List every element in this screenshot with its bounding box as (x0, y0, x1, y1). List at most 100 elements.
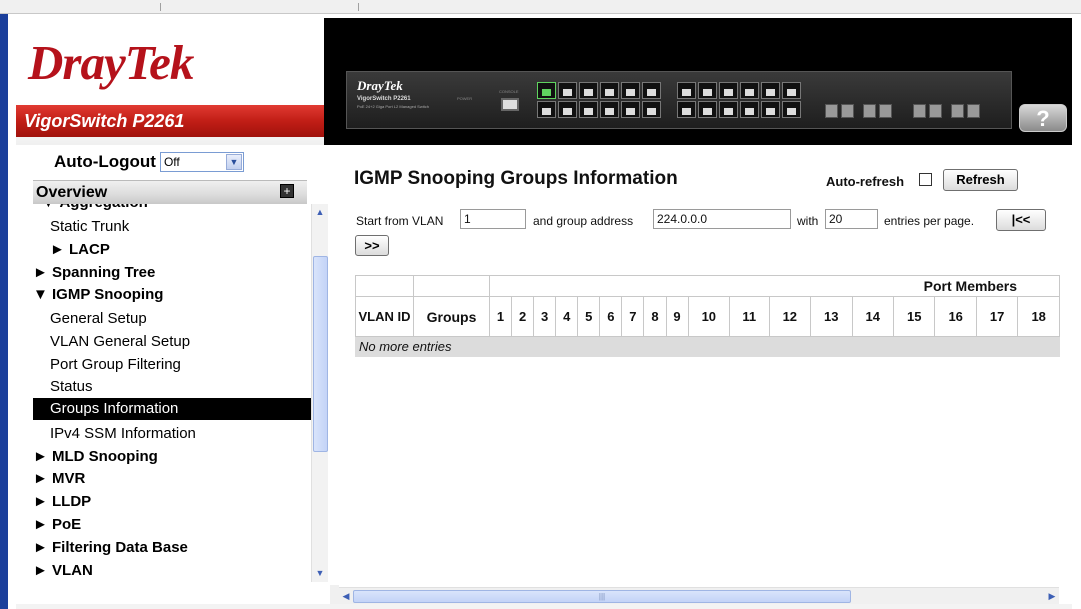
table-header-empty (413, 275, 490, 297)
group-address-input[interactable]: 224.0.0.0 (653, 209, 791, 229)
port-2[interactable] (537, 101, 556, 118)
scrollbar-thumb[interactable]: ||| (353, 590, 851, 603)
port-6[interactable] (579, 101, 598, 118)
refresh-button[interactable]: Refresh (943, 169, 1018, 191)
start-vlan-input[interactable]: 1 (460, 209, 526, 229)
entries-per-page-input[interactable]: 20 (825, 209, 878, 229)
sfp-port[interactable] (879, 104, 892, 118)
device-model: VigorSwitch P2261 (357, 96, 411, 102)
chevron-down-icon[interactable]: ▼ (225, 154, 242, 170)
sidebar-item-vlan-general-setup[interactable]: VLAN General Setup (50, 331, 311, 353)
port-9[interactable] (621, 82, 640, 99)
port-header: 15 (892, 296, 936, 337)
port-header: 16 (934, 296, 977, 337)
scrollbar-thumb[interactable] (313, 256, 328, 452)
port-header: 9 (665, 296, 689, 337)
first-page-button[interactable]: |<< (996, 209, 1046, 231)
window-bottom-border (16, 604, 1072, 609)
sidebar-item-groups-information[interactable]: Groups Information (33, 398, 311, 420)
port-14[interactable] (677, 101, 696, 118)
scroll-up-icon[interactable]: ▲ (312, 204, 328, 221)
sidebar-item-general-setup[interactable]: General Setup (50, 308, 311, 330)
port-23[interactable] (782, 82, 801, 99)
port-header: 11 (729, 296, 770, 337)
next-page-button[interactable]: >> (355, 235, 389, 256)
port-11[interactable] (642, 82, 661, 99)
sidebar-item-static-trunk[interactable]: Static Trunk (50, 216, 311, 238)
device-brand: DrayTek (357, 78, 403, 93)
sidebar-item-lldp[interactable]: ► LLDP (33, 491, 311, 513)
port-17[interactable] (719, 82, 738, 99)
scroll-right-icon[interactable]: ▶ (1045, 588, 1059, 605)
port-header: 1 (488, 296, 513, 337)
port-header: 2 (511, 296, 535, 337)
sidebar-item-aggregation[interactable]: ▼ Aggregation (41, 204, 311, 214)
auto-logout-select[interactable]: Off ▼ (159, 152, 244, 172)
groups-table: Port Members VLAN ID Groups 1 2 3 4 5 6 … (355, 275, 1060, 357)
sidebar-item-mvr[interactable]: ► MVR (33, 468, 311, 490)
port-15[interactable] (698, 82, 717, 99)
port-7[interactable] (600, 82, 619, 99)
sidebar-item-spanning-tree[interactable]: ► Spanning Tree (33, 262, 311, 284)
port-members-header: Port Members (489, 275, 1060, 297)
scroll-down-icon[interactable]: ▼ (312, 565, 328, 582)
port-header: 17 (975, 296, 1019, 337)
sidebar-item-port-group-filtering[interactable]: Port Group Filtering (50, 354, 311, 376)
sidebar-menu: ▼ Aggregation Static Trunk ► LACP ► Span… (33, 204, 311, 582)
sfp-port[interactable] (951, 104, 964, 118)
sfp-port[interactable] (841, 104, 854, 118)
port-header: 14 (851, 296, 894, 337)
port-header: 13 (810, 296, 853, 337)
start-vlan-label: Start from VLAN (356, 214, 444, 228)
brand-panel: DrayTek VigorSwitch P2261 (16, 18, 324, 145)
sfp-port[interactable] (825, 104, 838, 118)
port-24[interactable] (782, 101, 801, 118)
scroll-left-icon[interactable]: ◀ (339, 588, 353, 605)
help-button[interactable]: ? (1019, 104, 1067, 132)
auto-logout: Auto-Logout Off ▼ (54, 152, 244, 172)
plus-icon[interactable]: + (280, 184, 294, 198)
port-21[interactable] (761, 82, 780, 99)
auto-refresh-checkbox[interactable] (919, 173, 932, 186)
port-header: 10 (687, 296, 731, 337)
port-3[interactable] (558, 82, 577, 99)
sidebar-item-lacp[interactable]: ► LACP (50, 239, 311, 261)
port-13[interactable] (677, 82, 696, 99)
table-row: No more entries (355, 336, 1060, 357)
sidebar-item-status[interactable]: Status (50, 376, 311, 398)
sidebar-item-vlan[interactable]: ► VLAN (33, 560, 311, 582)
port-20[interactable] (740, 101, 759, 118)
draytek-logo: DrayTek (28, 35, 194, 90)
window-left-edge (0, 14, 8, 609)
port-10[interactable] (621, 101, 640, 118)
port-5[interactable] (579, 82, 598, 99)
sfp-port[interactable] (929, 104, 942, 118)
sidebar-item-filtering-data-base[interactable]: ► Filtering Data Base (33, 537, 311, 559)
sidebar-scrollbar[interactable]: ▲ ▼ (311, 204, 328, 582)
port-header: 8 (643, 296, 667, 337)
groups-header: Groups (413, 296, 490, 337)
port-12[interactable] (642, 101, 661, 118)
auto-logout-label: Auto-Logout (54, 152, 156, 171)
sfp-port[interactable] (913, 104, 926, 118)
sidebar-item-ipv4-ssm-information[interactable]: IPv4 SSM Information (50, 423, 311, 445)
port-header: 6 (599, 296, 623, 337)
port-16[interactable] (698, 101, 717, 118)
sfp-port[interactable] (967, 104, 980, 118)
overview-header[interactable]: Overview + (33, 180, 307, 204)
sfp-port[interactable] (863, 104, 876, 118)
main-horizontal-scrollbar[interactable]: ◀ ||| ▶ (339, 587, 1059, 604)
sidebar-item-mld-snooping[interactable]: ► MLD Snooping (33, 446, 311, 468)
port-4[interactable] (558, 101, 577, 118)
port-22[interactable] (761, 101, 780, 118)
port-1[interactable] (537, 82, 556, 99)
sidebar-item-igmp-snooping[interactable]: ▼ IGMP Snooping (33, 284, 311, 306)
port-8[interactable] (600, 101, 619, 118)
power-label: POWER (457, 96, 473, 101)
port-18[interactable] (719, 101, 738, 118)
port-19[interactable] (740, 82, 759, 99)
port-header: 3 (533, 296, 557, 337)
device-subtitle: PoE 24+2 Giga Port L2 Managed Switch (357, 104, 429, 109)
sidebar-item-poe[interactable]: ► PoE (33, 514, 311, 536)
entries-per-page-label: entries per page. (884, 214, 975, 228)
